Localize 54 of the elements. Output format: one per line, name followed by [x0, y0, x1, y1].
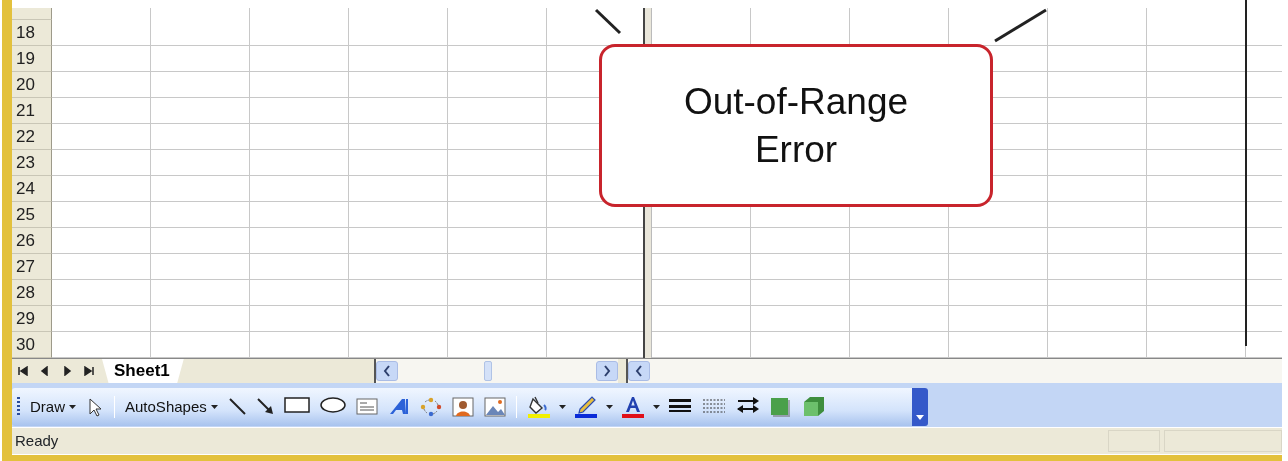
pen-icon	[573, 395, 598, 419]
row-header[interactable]: 19	[12, 46, 52, 72]
caret-icon	[210, 405, 218, 409]
horizontal-scrollbar[interactable]	[373, 359, 618, 383]
text-box-icon	[355, 397, 378, 417]
arrow-icon	[255, 397, 274, 417]
picture-icon	[483, 397, 506, 417]
scroll-left-button[interactable]	[627, 361, 650, 381]
connector-line	[594, 8, 622, 35]
skip-right-icon	[84, 366, 94, 376]
caret-icon	[558, 405, 566, 409]
callout-tooltip: Out-of-Range Error	[599, 44, 993, 207]
toolbar-grip[interactable]	[17, 397, 20, 417]
toolbar-menu[interactable]: AutoShapes	[120, 393, 223, 421]
chevron-left-icon	[382, 365, 391, 377]
pointer-icon	[86, 397, 104, 417]
caret-icon	[69, 405, 76, 409]
status-text: Ready	[15, 430, 59, 451]
chevron-right-icon	[602, 365, 611, 377]
caret-icon	[605, 405, 613, 409]
cube-icon	[801, 395, 826, 419]
triangle-right-icon	[62, 366, 72, 376]
scroll-thumb[interactable]	[483, 361, 492, 381]
row-header[interactable]: 18	[12, 20, 52, 46]
row-header[interactable]: 29	[12, 306, 52, 332]
row-header[interactable]: 26	[12, 228, 52, 254]
skip-left-icon	[18, 366, 28, 376]
connector-line	[994, 8, 1047, 43]
row-header[interactable]: 28	[12, 280, 52, 306]
shadow-square-icon	[769, 397, 792, 417]
sheet-tab[interactable]: Sheet1	[102, 359, 184, 383]
caret-icon	[916, 415, 924, 421]
diagram-icon	[419, 397, 442, 417]
line-icon	[227, 397, 246, 417]
row-header[interactable]: 22	[12, 124, 52, 150]
row-header[interactable]: 23	[12, 150, 52, 176]
row-header[interactable]: 21	[12, 98, 52, 124]
chevron-left-icon	[634, 365, 643, 377]
triangle-left-icon	[40, 366, 50, 376]
row-header[interactable]: 24	[12, 176, 52, 202]
caret-icon	[652, 405, 660, 409]
toolbar-options-button[interactable]	[912, 388, 928, 426]
horizontal-scrollbar[interactable]	[625, 359, 1282, 383]
clip-art-icon	[451, 397, 474, 417]
row-header[interactable]: 27	[12, 254, 52, 280]
row-header[interactable]: 20	[12, 72, 52, 98]
font-color-icon	[620, 395, 645, 419]
wordart-icon	[387, 397, 410, 417]
paint-bucket-icon	[526, 395, 551, 419]
toolbar-menu[interactable]: Draw	[25, 393, 81, 421]
scroll-left-button[interactable]	[375, 361, 398, 381]
row-header[interactable]: 30	[12, 332, 52, 358]
scroll-right-button[interactable]	[595, 361, 618, 381]
row-header[interactable]: 25	[12, 202, 52, 228]
